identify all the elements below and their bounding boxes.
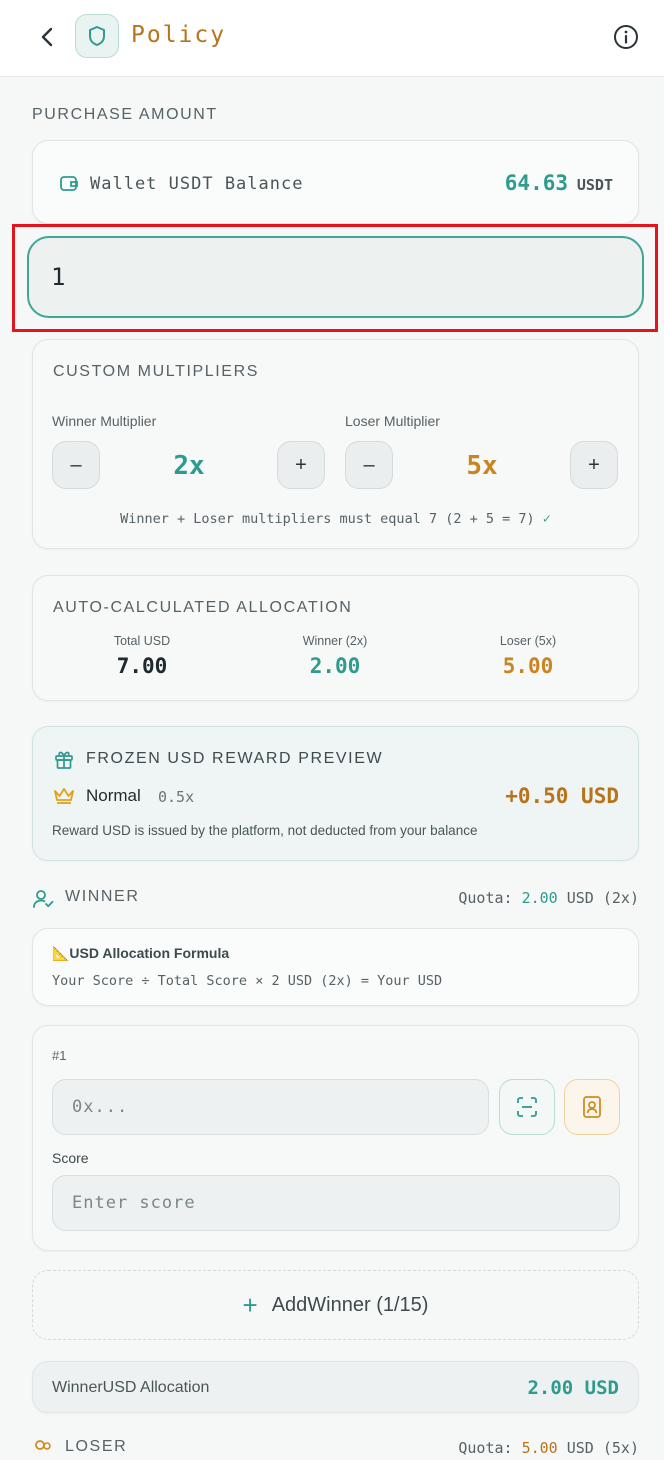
reward-tier: Normal	[86, 786, 141, 805]
allocation-title: AUTO-CALCULATED ALLOCATION	[53, 599, 353, 616]
winner-quota-prefix: Quota:	[458, 889, 513, 907]
wallet-balance-unit: USDT	[576, 176, 613, 194]
multiplier-rule-note: Winner + Loser multipliers must equal 7 …	[33, 511, 638, 527]
custom-multipliers-title: CUSTOM MULTIPLIERS	[53, 363, 260, 380]
add-winner-label: AddWinner (1/15)	[271, 1293, 429, 1316]
total-usd-column: Total USD 7.00	[47, 634, 237, 678]
add-winner-button[interactable]: + AddWinner (1/15)	[32, 1270, 639, 1340]
winner-increment-button[interactable]: +	[277, 441, 325, 489]
users-icon	[35, 1440, 51, 1450]
top-bar: Policy	[0, 0, 664, 77]
winner-section-header: WINNER Quota: 2.00 USD (2x)	[32, 886, 639, 910]
winner-quota-suffix: USD (2x)	[566, 889, 639, 907]
total-usd-label: Total USD	[113, 634, 171, 648]
winner-entry-card: #1 0x... Score Enter score	[32, 1025, 639, 1251]
winner-usd-column: Winner (2x) 2.00	[240, 634, 430, 678]
chevron-left-icon	[41, 27, 53, 47]
winner-allocation-value: 2.00 USD	[527, 1377, 619, 1399]
winner-allocation-label: WinnerUSD Allocation	[52, 1379, 210, 1396]
winner-section-label: WINNER	[65, 888, 140, 905]
winner-usd-label: Winner (2x)	[302, 634, 368, 648]
crown-icon	[54, 788, 74, 804]
entry-number: #1	[52, 1048, 67, 1063]
wallet-balance-label: Wallet USDT Balance	[90, 174, 304, 194]
wallet-icon	[60, 176, 78, 191]
back-button[interactable]	[32, 22, 62, 52]
score-input[interactable]: Enter score	[52, 1175, 620, 1231]
address-input[interactable]: 0x...	[52, 1079, 489, 1135]
loser-usd-column: Loser (5x) 5.00	[433, 634, 623, 678]
purchase-amount-input[interactable]	[27, 236, 644, 318]
scan-icon	[517, 1097, 537, 1117]
loser-quota: Quota: 5.00 USD (5x)	[458, 1439, 639, 1457]
gift-icon	[55, 751, 73, 769]
scan-button[interactable]	[499, 1079, 555, 1135]
frozen-reward-title: FROZEN USD REWARD PREVIEW	[86, 750, 384, 767]
check-icon: ✓	[542, 511, 551, 527]
purchase-amount-label: PURCHASE AMOUNT	[32, 106, 218, 123]
reward-note: Reward USD is issued by the platform, no…	[52, 823, 478, 838]
wallet-balance-card: Wallet USDT Balance 64.63 USDT	[32, 140, 639, 224]
winner-multiplier-value: 2x	[173, 451, 205, 481]
loser-quota-suffix: USD (5x)	[566, 1439, 639, 1457]
loser-usd-value: 5.00	[502, 654, 554, 678]
wallet-balance-value: 64.63	[504, 171, 568, 195]
address-book-button[interactable]	[564, 1079, 620, 1135]
info-icon	[614, 25, 638, 49]
loser-section-header: LOSER Quota: 5.00 USD (5x)	[32, 1436, 639, 1460]
page-title: Policy	[131, 22, 227, 48]
loser-usd-label: Loser (5x)	[499, 634, 557, 648]
winner-decrement-button[interactable]: –	[52, 441, 100, 489]
multiplier-rule-text: Winner + Loser multipliers must equal 7 …	[120, 511, 535, 527]
reward-amount: +0.50 USD	[505, 784, 619, 808]
address-book-icon	[583, 1096, 601, 1118]
reward-tier-multiplier: 0.5x	[158, 788, 195, 806]
winner-quota-value: 2.00	[521, 889, 558, 907]
plus-icon: +	[242, 1289, 258, 1320]
loser-multiplier-value: 5x	[466, 451, 498, 481]
winner-quota: Quota: 2.00 USD (2x)	[458, 889, 639, 907]
loser-multiplier-label: Loser Multiplier	[345, 413, 440, 429]
winner-usd-value: 2.00	[309, 654, 361, 678]
formula-text: Your Score ÷ Total Score × 2 USD (2x) = …	[52, 973, 443, 989]
score-label: Score	[52, 1150, 89, 1166]
shield-icon	[89, 26, 105, 46]
loser-increment-button[interactable]: +	[570, 441, 618, 489]
formula-title: 📐USD Allocation Formula	[52, 945, 230, 961]
loser-section-label: LOSER	[65, 1438, 128, 1455]
loser-decrement-button[interactable]: –	[345, 441, 393, 489]
app-logo	[75, 14, 119, 58]
winner-multiplier-label: Winner Multiplier	[52, 413, 157, 429]
loser-quota-prefix: Quota:	[458, 1439, 513, 1457]
allocation-card: AUTO-CALCULATED ALLOCATION Total USD 7.0…	[32, 575, 639, 701]
frozen-reward-card: FROZEN USD REWARD PREVIEW Normal 0.5x +0…	[32, 726, 639, 861]
info-button[interactable]	[612, 23, 640, 51]
user-check-icon	[33, 890, 54, 908]
total-usd-value: 7.00	[116, 654, 168, 678]
winner-allocation-card: WinnerUSD Allocation 2.00 USD	[32, 1361, 639, 1413]
custom-multipliers-card: CUSTOM MULTIPLIERS Winner Multiplier Los…	[32, 339, 639, 549]
formula-card: 📐USD Allocation Formula Your Score ÷ Tot…	[32, 928, 639, 1006]
loser-quota-value: 5.00	[521, 1439, 558, 1457]
